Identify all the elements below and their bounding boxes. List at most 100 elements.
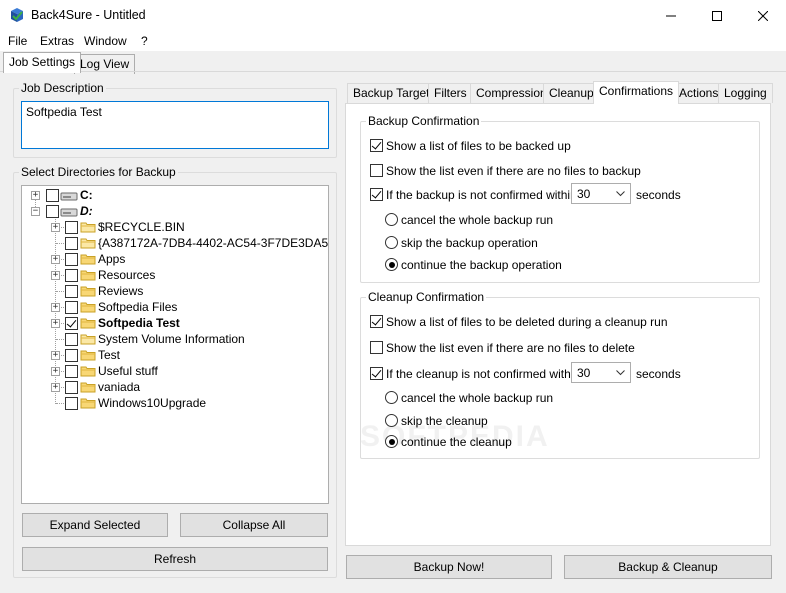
- folder-checkbox[interactable]: [65, 285, 78, 298]
- tree-row-folder[interactable]: + Useful stuff: [22, 363, 322, 379]
- drive-icon: [60, 208, 78, 217]
- collapse-all-button[interactable]: Collapse All: [180, 513, 328, 537]
- folder-checkbox[interactable]: [65, 333, 78, 346]
- job-description-input[interactable]: Softpedia Test: [21, 101, 329, 149]
- directories-label: Select Directories for Backup: [19, 165, 178, 179]
- tab-logging[interactable]: Logging: [718, 83, 773, 103]
- folder-icon: [80, 270, 96, 281]
- drive-icon: [60, 192, 78, 201]
- app-icon: [11, 8, 23, 22]
- tree-row-drive-d[interactable]: − D:: [22, 203, 322, 219]
- folder-checkbox[interactable]: [65, 221, 78, 234]
- tree-row-folder[interactable]: {A387172A-7DB4-4402-AC54-3F7DE3DA5055}: [22, 235, 328, 251]
- menu-extras[interactable]: Extras: [40, 34, 74, 48]
- tree-row-drive-c[interactable]: + C:: [22, 187, 322, 203]
- tab-filters[interactable]: Filters: [428, 83, 473, 103]
- tab-confirmations[interactable]: Confirmations: [593, 81, 680, 104]
- folder-checkbox[interactable]: [65, 381, 78, 394]
- drive-c-checkbox[interactable]: [46, 189, 59, 202]
- backup-cleanup-button[interactable]: Backup & Cleanup: [564, 555, 772, 579]
- cleanup-show-empty-checkbox[interactable]: [370, 341, 383, 354]
- folder-label: Apps: [98, 252, 126, 266]
- folder-icon: [80, 398, 96, 409]
- tree-row-folder[interactable]: Reviews: [22, 283, 322, 299]
- cleanup-skip-label: skip the cleanup: [401, 414, 488, 428]
- expand-icon[interactable]: +: [51, 367, 60, 376]
- folder-checkbox[interactable]: [65, 317, 78, 330]
- backup-show-list-checkbox[interactable]: [370, 139, 383, 152]
- backup-show-list-label: Show a list of files to be backed up: [386, 139, 571, 153]
- folder-icon: [80, 222, 96, 233]
- expand-icon[interactable]: +: [51, 303, 60, 312]
- close-icon: [758, 10, 768, 21]
- folder-checkbox[interactable]: [65, 349, 78, 362]
- folder-checkbox[interactable]: [65, 365, 78, 378]
- cleanup-continue-label: continue the cleanup: [401, 435, 512, 449]
- backup-skip-label: skip the backup operation: [401, 236, 538, 250]
- title-bar: Back4Sure - Untitled: [0, 0, 786, 31]
- backup-now-button[interactable]: Backup Now!: [346, 555, 552, 579]
- backup-confirmation-label: Backup Confirmation: [366, 114, 482, 128]
- tree-row-folder[interactable]: + vaniada: [22, 379, 322, 395]
- cleanup-timeout-checkbox[interactable]: [370, 367, 383, 380]
- cleanup-cancel-radio[interactable]: [385, 391, 398, 404]
- refresh-button[interactable]: Refresh: [22, 547, 328, 571]
- cleanup-continue-radio[interactable]: [385, 435, 398, 448]
- menu-file[interactable]: File: [8, 34, 27, 48]
- expand-selected-button[interactable]: Expand Selected: [22, 513, 168, 537]
- drive-d-checkbox[interactable]: [46, 205, 59, 218]
- tab-job-settings[interactable]: Job Settings: [3, 52, 82, 73]
- tab-actions[interactable]: Actions: [673, 83, 725, 103]
- folder-icon: [80, 366, 96, 377]
- backup-continue-radio[interactable]: [385, 258, 398, 271]
- folder-checkbox[interactable]: [65, 269, 78, 282]
- backup-show-empty-checkbox[interactable]: [370, 164, 383, 177]
- collapse-icon[interactable]: −: [31, 207, 40, 216]
- tab-compression[interactable]: Compression: [470, 83, 553, 103]
- folder-checkbox[interactable]: [65, 301, 78, 314]
- expand-icon[interactable]: +: [51, 319, 60, 328]
- tree-row-folder[interactable]: + Test: [22, 347, 322, 363]
- folder-icon: [80, 254, 96, 265]
- tree-row-folder[interactable]: + $RECYCLE.BIN: [22, 219, 322, 235]
- minimize-icon: [666, 15, 676, 16]
- expand-icon[interactable]: +: [31, 191, 40, 200]
- cleanup-seconds-select[interactable]: 30: [571, 362, 631, 383]
- folder-label: System Volume Information: [98, 332, 245, 346]
- tree-row-folder[interactable]: + Softpedia Files: [22, 299, 322, 315]
- tab-backup-target[interactable]: Backup Target: [347, 83, 436, 103]
- tree-row-folder[interactable]: Windows10Upgrade: [22, 395, 322, 411]
- backup-timeout-checkbox[interactable]: [370, 188, 383, 201]
- cleanup-show-list-checkbox[interactable]: [370, 315, 383, 328]
- directory-tree[interactable]: + C: − D: + $RECYCLE.BIN {A387172A-7DB4-…: [21, 185, 329, 504]
- folder-icon: [80, 318, 96, 329]
- tab-cleanup[interactable]: Cleanup: [543, 83, 600, 103]
- expand-icon[interactable]: +: [51, 255, 60, 264]
- folder-checkbox[interactable]: [65, 237, 78, 250]
- cleanup-skip-radio[interactable]: [385, 414, 398, 427]
- expand-icon[interactable]: +: [51, 223, 60, 232]
- folder-checkbox[interactable]: [65, 397, 78, 410]
- folder-label: Softpedia Files: [98, 300, 178, 314]
- backup-skip-radio[interactable]: [385, 236, 398, 249]
- tree-row-folder[interactable]: + Softpedia Test: [22, 315, 322, 331]
- backup-continue-label: continue the backup operation: [401, 258, 562, 272]
- backup-seconds-select[interactable]: 30: [571, 183, 631, 204]
- close-button[interactable]: [740, 0, 786, 31]
- folder-checkbox[interactable]: [65, 253, 78, 266]
- expand-icon[interactable]: +: [51, 271, 60, 280]
- tree-row-folder[interactable]: + Resources: [22, 267, 322, 283]
- menu-window[interactable]: Window: [84, 34, 127, 48]
- tree-row-folder[interactable]: System Volume Information: [22, 331, 322, 347]
- minimize-button[interactable]: [648, 0, 694, 31]
- maximize-button[interactable]: [694, 0, 740, 31]
- backup-cancel-radio[interactable]: [385, 213, 398, 226]
- folder-label: Windows10Upgrade: [98, 396, 207, 410]
- expand-icon[interactable]: +: [51, 383, 60, 392]
- folder-label: Reviews: [98, 284, 144, 298]
- expand-icon[interactable]: +: [51, 351, 60, 360]
- tree-row-folder[interactable]: + Apps: [22, 251, 322, 267]
- menu-help[interactable]: ?: [141, 34, 148, 48]
- backup-cancel-label: cancel the whole backup run: [401, 213, 554, 227]
- cleanup-timeout-label: If the cleanup is not confirmed within: [386, 367, 581, 381]
